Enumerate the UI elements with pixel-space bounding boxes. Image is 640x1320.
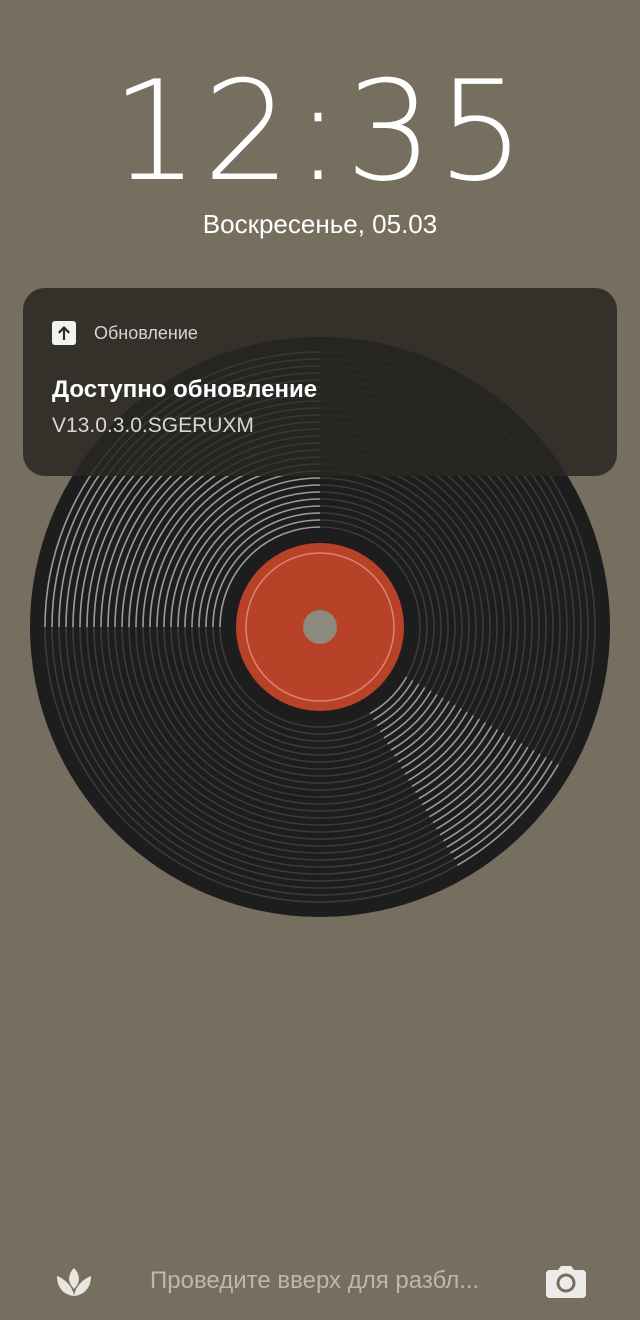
camera-icon[interactable]	[544, 1262, 588, 1302]
lockscreen-date: Воскресенье, 05.03	[202, 209, 438, 239]
update-notification[interactable]: Обновление Доступно обновление V13.0.3.0…	[23, 288, 617, 476]
unlock-hint: Проведите вверх для разбл...	[150, 1267, 480, 1294]
notification-title: Доступно обновление	[52, 376, 318, 403]
notification-body: V13.0.3.0.SGERUXM	[52, 414, 254, 437]
lockscreen-bottom-bar: Проведите вверх для разбл...	[0, 1252, 640, 1308]
leaf-icon[interactable]	[54, 1262, 94, 1302]
arrow-up-icon	[52, 321, 76, 345]
notification-app-name: Обновление	[94, 323, 198, 343]
lockscreen-clock: 12:35	[111, 51, 529, 212]
